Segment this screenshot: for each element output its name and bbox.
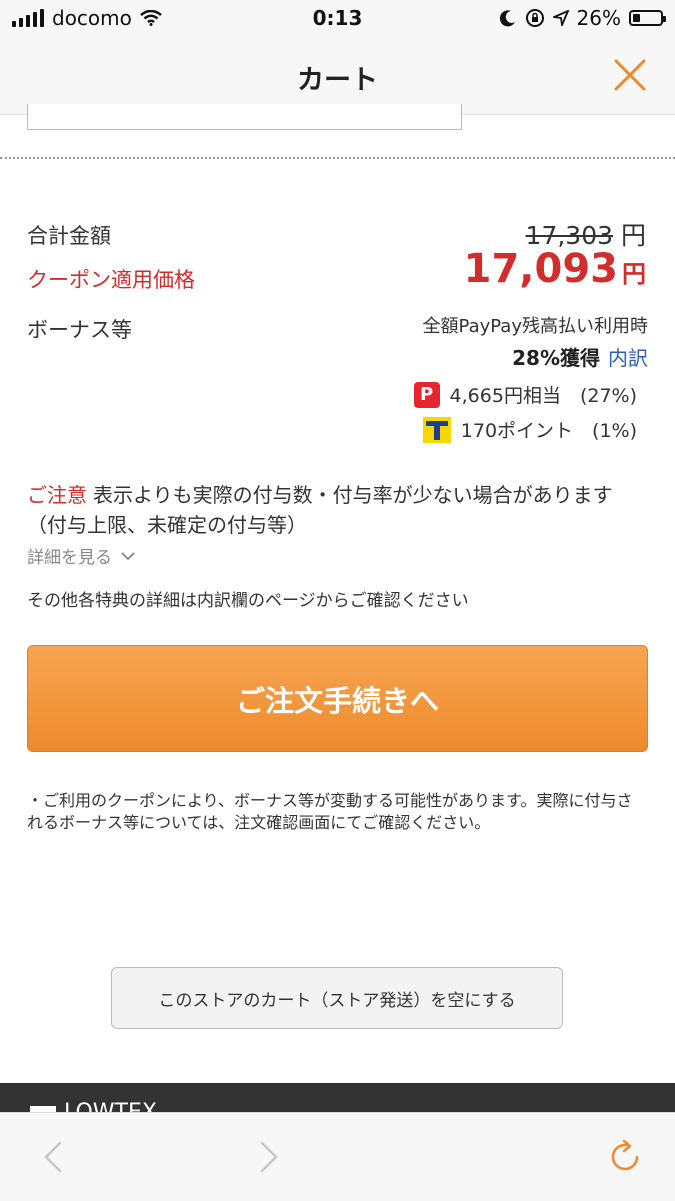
show-details-label: 詳細を見る [27,548,112,568]
battery-icon [629,10,666,26]
empty-cart-button[interactable]: このストアのカート（ストア発送）を空にする [111,967,563,1029]
caution-notice: ご注意 表示よりも実際の付与数・付与率が少ない場合があります（付与上限、未確定の付… [27,480,647,540]
forward-icon[interactable] [248,1137,288,1177]
moon-icon [499,10,515,27]
back-icon[interactable] [34,1137,74,1177]
coupon-input-box[interactable] [27,104,462,130]
bonus-condition: 全額PayPay残高払い利用時 [422,316,648,337]
divider [0,157,675,159]
paypay-bonus-text: 4,665円相当 (27%) [449,385,637,407]
coupon-price-value: 17,093 [463,246,618,292]
total-label: 合計金額 [27,224,111,248]
close-icon[interactable] [613,58,647,92]
status-bar: docomo 0:13 26% [0,0,675,38]
bonus-change-note: ・ご利用のクーポンにより、ボーナス等が変動する可能性があります。実際に付与される… [27,791,633,832]
tpoint-icon [422,416,451,443]
caution-heading: ご注意 [27,483,87,507]
proceed-to-checkout-button[interactable]: ご注文手続きへ [27,645,648,752]
store-footer: LOWTEX [0,1083,675,1113]
tpoint-bonus-text: 170ポイント (1%) [460,420,637,442]
caution-text: 表示よりも実際の付与数・付与率が少ない場合があります（付与上限、未確定の付与等） [27,483,613,537]
show-details-link[interactable]: 詳細を見る [27,543,136,568]
tpoint-bonus-line: 170ポイント (1%) [422,416,637,443]
coupon-price-label: クーポン適用価格 [27,268,195,292]
other-benefits-info: その他各特典の詳細は内訳欄のページからご確認ください [27,591,469,611]
coupon-price: 17,093 円 [464,246,646,292]
coupon-price-yen: 円 [622,260,646,288]
chevron-down-icon [121,551,135,560]
rotation-lock-icon [525,9,544,27]
battery-percent: 26% [576,6,621,30]
breakdown-link[interactable]: 内訳 [608,346,648,370]
bonus-label: ボーナス等 [27,318,132,342]
paypay-bonus-line: P 4,665円相当 (27%) [413,381,637,408]
paypay-icon: P [413,381,440,408]
reload-icon[interactable] [605,1137,645,1177]
browser-toolbar [0,1112,675,1201]
bonus-rate: 28%獲得 内訳 [512,342,648,371]
bonus-rate-value: 28%獲得 [512,346,600,370]
location-icon [552,10,569,26]
page-title: カート [297,65,378,96]
